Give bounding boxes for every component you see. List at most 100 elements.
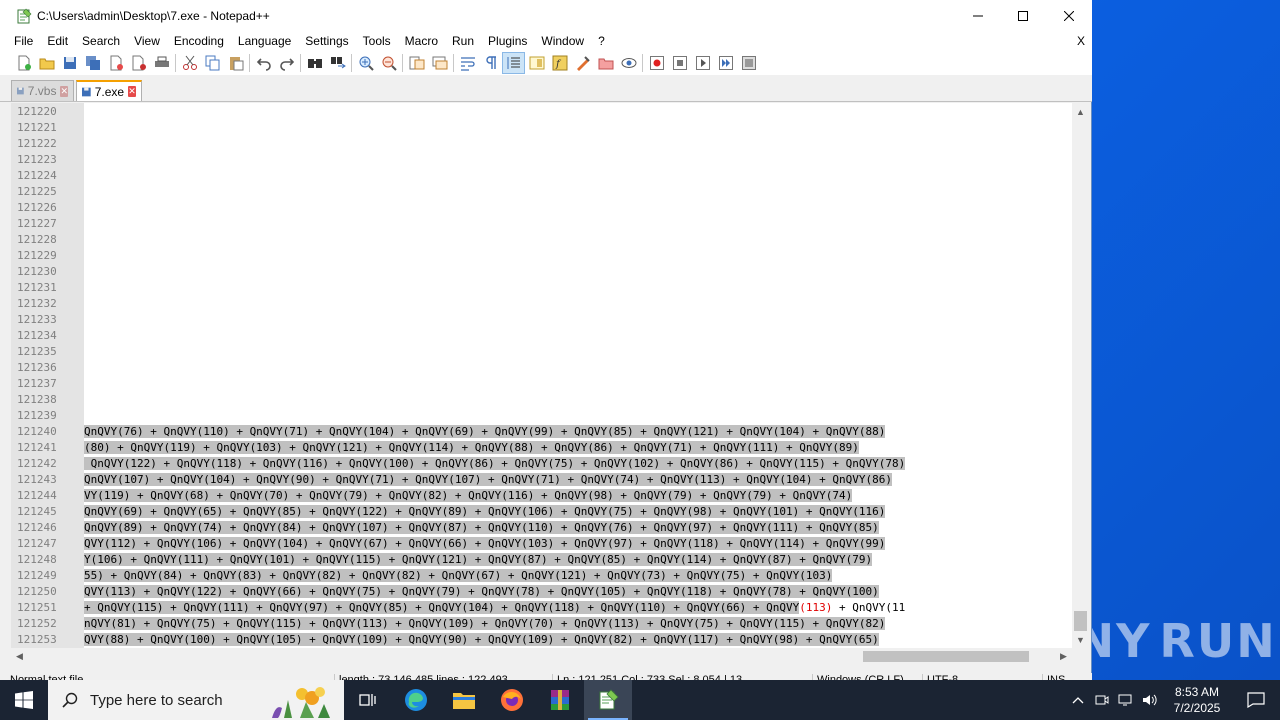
open-file-icon[interactable] xyxy=(35,52,58,74)
menu-edit[interactable]: Edit xyxy=(40,31,75,51)
macro-play-icon[interactable] xyxy=(691,52,714,74)
meet-now-icon[interactable] xyxy=(1090,680,1114,720)
start-button[interactable] xyxy=(0,680,48,720)
close-all-icon[interactable] xyxy=(127,52,150,74)
menu-search[interactable]: Search xyxy=(75,31,127,51)
close-document-x[interactable]: X xyxy=(1077,31,1085,51)
code-line[interactable]: VY(119) + QnQVY(68) + QnQVY(70) + QnQVY(… xyxy=(84,488,853,504)
system-tray: 8:53 AM 7/2/2025 xyxy=(1066,680,1280,720)
code-line[interactable]: QnQVY(122) + QnQVY(118) + QnQVY(116) + Q… xyxy=(84,456,906,472)
title-bar[interactable]: C:\Users\admin\Desktop\7.exe - Notepad++ xyxy=(0,0,1092,31)
sync-horizontal-icon[interactable] xyxy=(428,52,451,74)
notepadpp-icon[interactable] xyxy=(584,680,632,720)
save-all-icon[interactable] xyxy=(81,52,104,74)
text-editor[interactable]: 121220 121221 121222 121223 121224 121225 1212… xyxy=(11,103,1072,648)
close-icon[interactable] xyxy=(104,52,127,74)
code-line[interactable]: QnQVY(69) + QnQVY(65) + QnQVY(85) + QnQV… xyxy=(84,504,886,520)
code-line[interactable]: QVY(113) + QnQVY(122) + QnQVY(66) + QnQV… xyxy=(84,584,879,600)
horizontal-scrollbar[interactable]: ◀ ▶ xyxy=(11,648,1072,665)
macro-run-multiple-icon[interactable] xyxy=(714,52,737,74)
code-line[interactable]: (80) + QnQVY(119) + QnQVY(103) + QnQVY(1… xyxy=(84,440,859,456)
tab-7-vbs[interactable]: 7.vbs ✕ xyxy=(11,80,74,101)
code-line[interactable]: QnQVY(76) + QnQVY(110) + QnQVY(71) + QnQ… xyxy=(84,424,886,440)
monitoring-icon[interactable] xyxy=(594,52,617,74)
code-line[interactable]: QnQVY(89) + QnQVY(74) + QnQVY(84) + QnQV… xyxy=(84,520,879,536)
taskbar-search[interactable]: Type here to search xyxy=(48,680,344,720)
show-all-characters-icon[interactable] xyxy=(479,52,502,74)
firefox-icon[interactable] xyxy=(488,680,536,720)
horizontal-scroll-thumb[interactable] xyxy=(863,651,1029,662)
menu-tools[interactable]: Tools xyxy=(356,31,398,51)
tab-close-icon[interactable]: ✕ xyxy=(128,86,136,97)
save-icon[interactable] xyxy=(58,52,81,74)
tab-close-icon[interactable]: ✕ xyxy=(60,85,68,97)
scroll-down-icon[interactable]: ▼ xyxy=(1072,631,1089,648)
menu-file[interactable]: File xyxy=(0,31,40,51)
copy-icon[interactable] xyxy=(201,52,224,74)
code-line[interactable]: Y(106) + QnQVY(111) + QnQVY(101) + QnQVY… xyxy=(84,552,873,568)
winrar-icon[interactable] xyxy=(536,680,584,720)
task-view-icon[interactable] xyxy=(344,680,392,720)
maximize-button[interactable] xyxy=(1000,0,1046,31)
notepadpp-window: C:\Users\admin\Desktop\7.exe - Notepad++… xyxy=(0,0,1092,687)
menu-encoding[interactable]: Encoding xyxy=(167,31,231,51)
toolbar-separator xyxy=(175,54,176,72)
cut-icon[interactable] xyxy=(178,52,201,74)
menu-help[interactable]: ? xyxy=(591,31,612,51)
minimize-button[interactable] xyxy=(955,0,1001,31)
file-explorer-icon[interactable] xyxy=(440,680,488,720)
scroll-up-icon[interactable]: ▲ xyxy=(1072,103,1089,120)
find-icon[interactable] xyxy=(303,52,326,74)
line-number: 121234 xyxy=(17,329,57,342)
code-area[interactable]: QnQVY(76) + QnQVY(110) + QnQVY(71) + QnQ… xyxy=(84,103,1072,648)
paste-icon[interactable] xyxy=(224,52,247,74)
code-line[interactable]: QVY(112) + QnQVY(106) + QnQVY(104) + QnQ… xyxy=(84,536,886,552)
macro-stop-icon[interactable] xyxy=(668,52,691,74)
function-list-icon[interactable]: f xyxy=(548,52,571,74)
line-number: 121242 xyxy=(17,457,57,470)
scroll-left-icon[interactable]: ◀ xyxy=(11,648,28,665)
vertical-scrollbar[interactable]: ▲ ▼ xyxy=(1072,103,1089,648)
scroll-right-icon[interactable]: ▶ xyxy=(1055,648,1072,665)
replace-icon[interactable] xyxy=(326,52,349,74)
folder-workspace-icon[interactable] xyxy=(571,52,594,74)
volume-icon[interactable] xyxy=(1138,680,1162,720)
notification-center-icon[interactable] xyxy=(1232,680,1280,720)
menu-view[interactable]: View xyxy=(127,31,167,51)
menu-window[interactable]: Window xyxy=(534,31,591,51)
close-window-button[interactable] xyxy=(1046,0,1092,31)
document-map-icon[interactable] xyxy=(525,52,548,74)
code-line[interactable]: + QnQVY(115) + QnQVY(111) + QnQVY(97) + … xyxy=(84,600,905,616)
menu-macro[interactable]: Macro xyxy=(398,31,445,51)
chevron-up-icon[interactable] xyxy=(1066,680,1090,720)
word-wrap-icon[interactable] xyxy=(456,52,479,74)
clock[interactable]: 8:53 AM 7/2/2025 xyxy=(1162,684,1232,716)
line-number: 121226 xyxy=(17,201,57,214)
vertical-scroll-thumb[interactable] xyxy=(1074,611,1087,631)
macro-save-icon[interactable] xyxy=(737,52,760,74)
menu-run[interactable]: Run xyxy=(445,31,481,51)
new-file-icon[interactable] xyxy=(12,52,35,74)
windows-logo-icon xyxy=(15,691,33,709)
print-icon[interactable] xyxy=(150,52,173,74)
tab-bar: 7.vbs ✕ 7.exe ✕ xyxy=(0,75,1092,102)
sync-vertical-icon[interactable] xyxy=(405,52,428,74)
zoom-out-icon[interactable] xyxy=(377,52,400,74)
selected-text: QnQVY(122) + QnQVY(118) + QnQVY(116) + Q… xyxy=(84,457,906,470)
menu-language[interactable]: Language xyxy=(231,31,298,51)
indent-guide-icon[interactable] xyxy=(502,52,525,74)
tab-7-exe[interactable]: 7.exe ✕ xyxy=(76,80,142,101)
code-line[interactable]: nQVY(81) + QnQVY(75) + QnQVY(115) + QnQV… xyxy=(84,616,886,632)
eye-icon[interactable] xyxy=(617,52,640,74)
menu-settings[interactable]: Settings xyxy=(298,31,355,51)
redo-icon[interactable] xyxy=(275,52,298,74)
macro-record-icon[interactable] xyxy=(645,52,668,74)
zoom-in-icon[interactable] xyxy=(354,52,377,74)
code-line[interactable]: QVY(88) + QnQVY(100) + QnQVY(105) + QnQV… xyxy=(84,632,879,648)
menu-plugins[interactable]: Plugins xyxy=(481,31,534,51)
code-line[interactable]: 55) + QnQVY(84) + QnQVY(83) + QnQVY(82) … xyxy=(84,568,833,584)
edge-icon[interactable] xyxy=(392,680,440,720)
code-line[interactable]: QnQVY(107) + QnQVY(104) + QnQVY(90) + Qn… xyxy=(84,472,892,488)
undo-icon[interactable] xyxy=(252,52,275,74)
network-icon[interactable] xyxy=(1114,680,1138,720)
